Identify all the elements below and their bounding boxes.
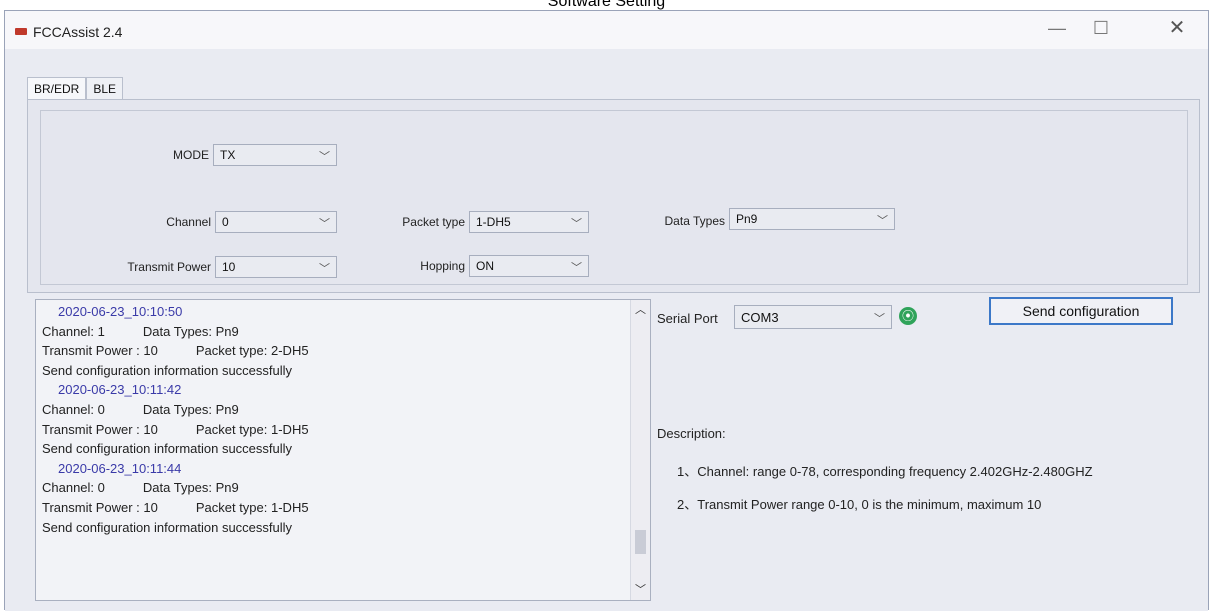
hopping-value: ON bbox=[476, 259, 494, 273]
log-line: Transmit Power : 10 Packet type: 1-DH5 bbox=[42, 420, 622, 440]
minimize-button[interactable]: — bbox=[1035, 15, 1079, 41]
log-textbox[interactable]: 2020-06-23_10:10:50 Channel: 1 Data Types:… bbox=[35, 299, 651, 601]
log-line: Transmit Power : 10 Packet type: 1-DH5 bbox=[42, 498, 622, 518]
chevron-down-icon: ﹀ bbox=[874, 313, 885, 325]
log-field: Data Types: Pn9 bbox=[142, 323, 239, 339]
log-line: Transmit Power : 10 Packet type: 2-DH5 bbox=[42, 341, 622, 361]
packet-type-label: Packet type bbox=[402, 215, 465, 229]
log-timestamp: 2020-06-23_10:11:42 bbox=[58, 382, 182, 398]
packet-type-value: 1-DH5 bbox=[476, 215, 511, 229]
hopping-select[interactable]: ON ﹀ bbox=[469, 255, 589, 277]
settings-group: MODE TX ﹀ Channel 0 ﹀ Packet type 1-DH5 … bbox=[40, 110, 1188, 285]
log-field: Data Types: Pn9 bbox=[142, 401, 239, 417]
chevron-down-icon: ﹀ bbox=[877, 215, 888, 227]
client-area: BR/EDR BLE MODE TX ﹀ Channel 0 ﹀ Packet … bbox=[5, 49, 1208, 611]
window-title: FCCAssist 2.4 bbox=[33, 24, 123, 40]
log-field: Data Types: Pn9 bbox=[142, 480, 239, 496]
chevron-down-icon: ﹀ bbox=[319, 151, 330, 163]
send-configuration-button[interactable]: Send configuration bbox=[989, 297, 1173, 325]
data-types-label: Data Types bbox=[664, 214, 725, 228]
maximize-button[interactable]: ☐ bbox=[1079, 15, 1123, 41]
transmit-power-select[interactable]: 10 ﹀ bbox=[215, 256, 337, 278]
log-line: Channel: 0 Data Types: Pn9 bbox=[42, 478, 622, 498]
app-window: FCCAssist 2.4 — ☐ ✕ BR/EDR BLE MODE TX ﹀… bbox=[4, 10, 1209, 611]
scroll-up-icon[interactable]: ︿ bbox=[631, 300, 650, 320]
log-field: Transmit Power : 10 bbox=[42, 343, 158, 359]
log-field: Packet type: 1-DH5 bbox=[195, 421, 309, 437]
channel-label: Channel bbox=[166, 215, 211, 229]
close-button[interactable]: ✕ bbox=[1155, 15, 1199, 41]
mode-value: TX bbox=[220, 148, 236, 162]
log-lines: 2020-06-23_10:10:50 Channel: 1 Data Types:… bbox=[42, 302, 622, 537]
data-types-select[interactable]: Pn9 ﹀ bbox=[729, 208, 895, 230]
log-scrollbar[interactable]: ︿ ﹀ bbox=[630, 300, 650, 600]
mode-label: MODE bbox=[173, 148, 209, 162]
channel-value: 0 bbox=[222, 215, 229, 229]
log-field: Packet type: 2-DH5 bbox=[195, 343, 309, 359]
chevron-down-icon: ﹀ bbox=[571, 218, 582, 230]
log-line: Send configuration information successfu… bbox=[42, 362, 293, 378]
app-icon bbox=[15, 28, 27, 35]
log-field: Transmit Power : 10 bbox=[42, 499, 158, 515]
tab-br-edr[interactable]: BR/EDR bbox=[27, 77, 87, 99]
scroll-down-icon[interactable]: ﹀ bbox=[631, 580, 650, 600]
description-item: 2、Transmit Power range 0-10, 0 is the mi… bbox=[677, 497, 1042, 512]
serial-port-label: Serial Port bbox=[657, 311, 718, 326]
transmit-power-value: 10 bbox=[222, 260, 236, 274]
chevron-down-icon: ﹀ bbox=[319, 218, 330, 230]
connection-icon: ⦿ bbox=[899, 307, 917, 325]
log-line: Channel: 0 Data Types: Pn9 bbox=[42, 400, 622, 420]
packet-type-select[interactable]: 1-DH5 ﹀ bbox=[469, 211, 589, 233]
log-timestamp: 2020-06-23_10:11:44 bbox=[58, 460, 182, 476]
chevron-down-icon: ﹀ bbox=[571, 262, 582, 274]
log-timestamp: 2020-06-23_10:10:50 bbox=[58, 304, 183, 319]
serial-port-select[interactable]: COM3 ﹀ bbox=[734, 305, 892, 329]
scroll-thumb[interactable] bbox=[635, 530, 646, 554]
description-title: Description: bbox=[657, 426, 726, 441]
serial-port-value: COM3 bbox=[741, 310, 779, 325]
log-field: Packet type: 1-DH5 bbox=[195, 499, 309, 515]
hopping-label: Hopping bbox=[420, 259, 465, 273]
log-field: Channel: 0 bbox=[42, 401, 105, 417]
tab-ble[interactable]: BLE bbox=[86, 77, 124, 99]
log-line: Channel: 1 Data Types: Pn9 bbox=[42, 322, 622, 342]
page-caption: Software Setting bbox=[547, 0, 666, 10]
description-item: 1、Channel: range 0-78, corresponding fre… bbox=[677, 464, 1093, 479]
data-types-value: Pn9 bbox=[736, 212, 758, 226]
transmit-power-label: Transmit Power bbox=[127, 260, 211, 274]
log-line: Send configuration information successfu… bbox=[42, 441, 293, 457]
tab-strip: BR/EDR BLE bbox=[27, 77, 124, 99]
chevron-down-icon: ﹀ bbox=[319, 263, 330, 275]
log-field: Channel: 1 bbox=[42, 323, 105, 339]
title-bar[interactable]: FCCAssist 2.4 — ☐ ✕ bbox=[5, 11, 1208, 49]
log-line: Send configuration information successfu… bbox=[42, 519, 293, 535]
mode-select[interactable]: TX ﹀ bbox=[213, 144, 337, 166]
channel-select[interactable]: 0 ﹀ bbox=[215, 211, 337, 233]
settings-panel: MODE TX ﹀ Channel 0 ﹀ Packet type 1-DH5 … bbox=[27, 99, 1200, 293]
log-field: Channel: 0 bbox=[42, 480, 105, 496]
log-field: Transmit Power : 10 bbox=[42, 421, 158, 437]
